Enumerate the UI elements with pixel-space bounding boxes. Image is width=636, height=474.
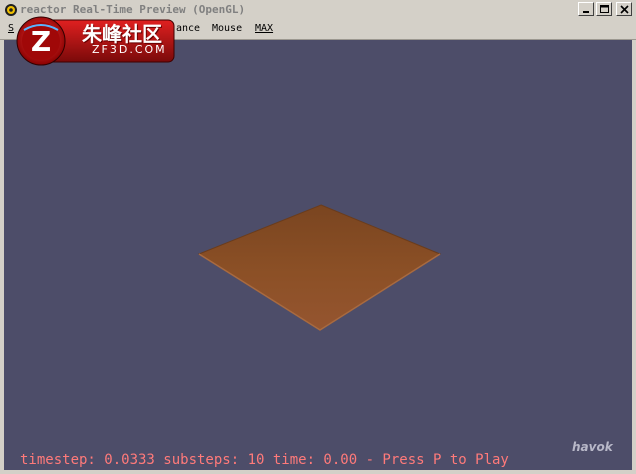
- maximize-button[interactable]: [596, 2, 612, 16]
- preview-window: reactor Real-Time Preview (OpenGL) S anc…: [0, 0, 636, 474]
- close-button[interactable]: [616, 2, 632, 16]
- menu-item-performance[interactable]: ance: [176, 23, 200, 34]
- menu-item-max[interactable]: MAX: [255, 23, 273, 34]
- menu-item-mouse[interactable]: Mouse: [212, 23, 242, 34]
- opengl-viewport[interactable]: timestep: 0.0333 substeps: 10 time: 0.00…: [4, 40, 632, 470]
- simulation-status-text: timestep: 0.0333 substeps: 10 time: 0.00…: [20, 452, 509, 468]
- minimize-icon: [583, 11, 589, 13]
- watermark-badge: Z 朱峰社区 ZF3D.COM: [14, 16, 176, 66]
- watermark-domain-text: ZF3D.COM: [92, 43, 167, 56]
- maximize-icon: [600, 5, 609, 13]
- scene-canvas: [197, 204, 442, 331]
- window-controls: [578, 2, 632, 16]
- window-title: reactor Real-Time Preview (OpenGL): [20, 3, 246, 16]
- close-icon: [620, 5, 629, 14]
- minimize-button[interactable]: [578, 2, 594, 16]
- havok-logo: havok: [572, 440, 613, 454]
- reactor-gear-icon[interactable]: [4, 3, 18, 17]
- ground-plane: [197, 204, 442, 331]
- watermark-letter: Z: [31, 25, 51, 58]
